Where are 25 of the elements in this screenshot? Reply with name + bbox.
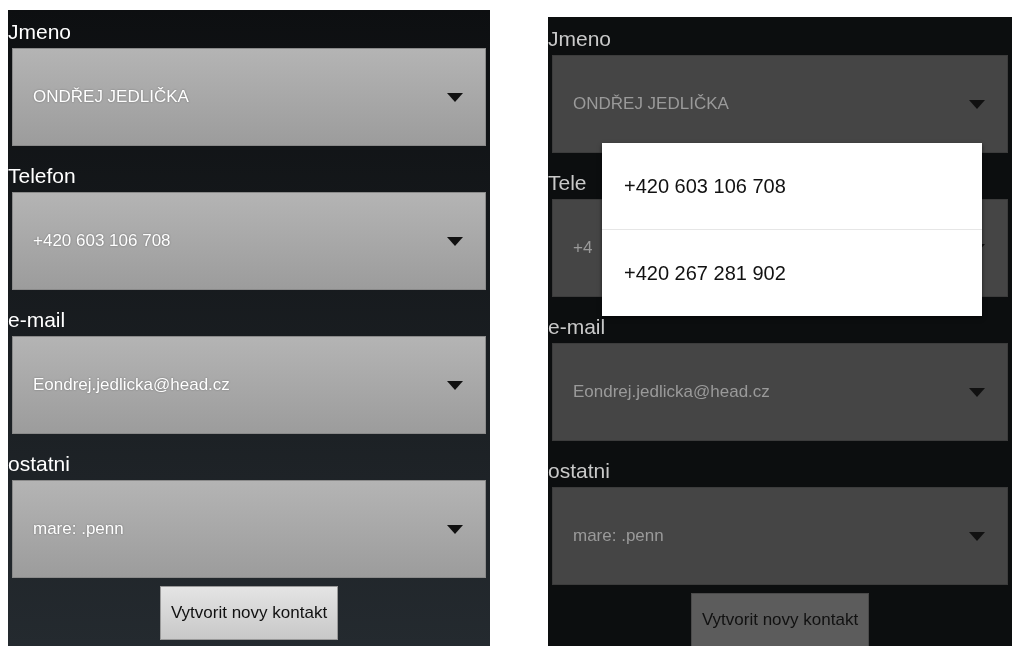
field-label: Telefon xyxy=(8,163,76,189)
dropdown-field[interactable]: Eondrej.jedlicka@head.cz xyxy=(552,343,1008,441)
caret-icon xyxy=(447,92,463,102)
dropdown-field[interactable]: mare: .penn xyxy=(552,487,1008,585)
caret-icon xyxy=(447,236,463,246)
dropdown-field[interactable]: +420 603 106 708 xyxy=(12,192,486,290)
create-contact-button[interactable]: Vytvorit novy kontakt xyxy=(690,593,870,646)
field-label: Jmeno xyxy=(8,19,72,45)
create-contact-button[interactable]: Vytvorit novy kontakt xyxy=(159,586,339,640)
caret-icon xyxy=(969,531,985,541)
dropdown-field[interactable]: ONDŘEJ JEDLIČKA xyxy=(12,48,486,146)
dropdown-field[interactable]: ONDŘEJ JEDLIČKA xyxy=(552,55,1008,153)
field-label: ostatni xyxy=(548,458,610,484)
field-label: e-mail xyxy=(8,307,66,333)
caret-icon xyxy=(969,99,985,109)
dropdown-option[interactable]: +420 267 281 902 xyxy=(602,229,982,316)
caret-icon xyxy=(447,380,463,390)
caret-icon xyxy=(447,524,463,534)
field-label: e-mail xyxy=(548,314,606,340)
caret-icon xyxy=(969,387,985,397)
field-label: ostatni xyxy=(8,451,70,477)
field-label: Jmeno xyxy=(548,26,612,52)
field-label: Tele xyxy=(548,170,587,196)
dropdown-field[interactable]: Eondrej.jedlicka@head.cz xyxy=(12,336,486,434)
dropdown-field[interactable]: mare: .penn xyxy=(12,480,486,578)
